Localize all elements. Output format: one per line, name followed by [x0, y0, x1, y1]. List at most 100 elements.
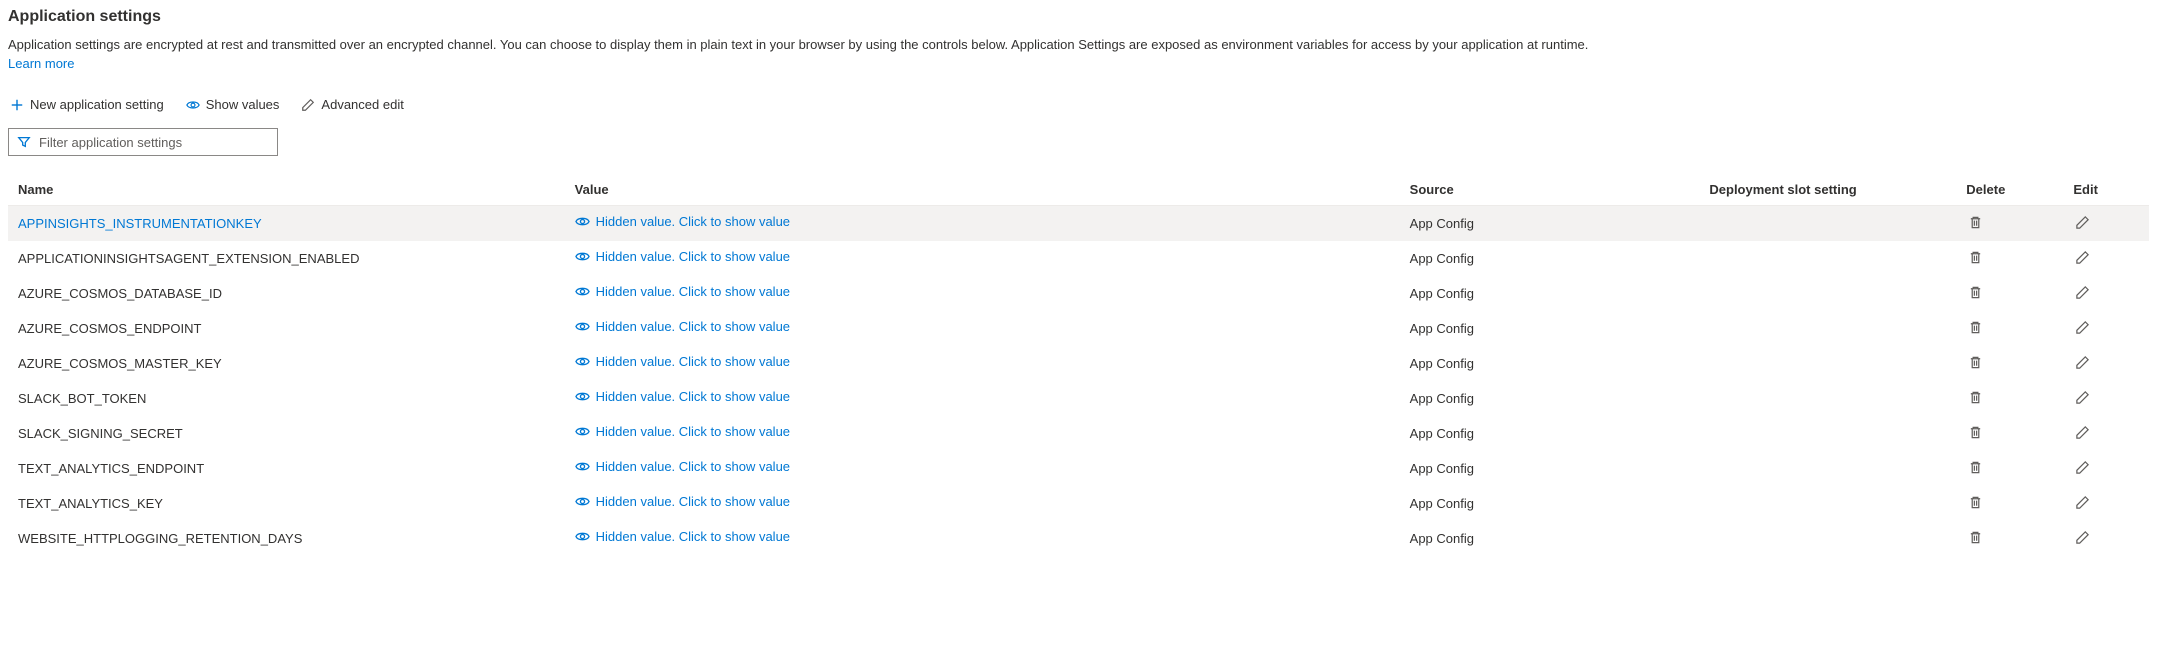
- pencil-icon: [2075, 425, 2090, 440]
- edit-button[interactable]: [2073, 248, 2092, 267]
- setting-name-link[interactable]: SLACK_BOT_TOKEN: [18, 391, 146, 406]
- setting-slot: [1699, 451, 1956, 486]
- header-name[interactable]: Name: [8, 174, 565, 206]
- eye-icon: [575, 354, 590, 369]
- delete-button[interactable]: [1966, 388, 1985, 407]
- advanced-edit-button[interactable]: Advanced edit: [299, 93, 405, 116]
- setting-slot: [1699, 241, 1956, 276]
- eye-icon: [186, 98, 200, 112]
- hidden-value-text: Hidden value. Click to show value: [596, 424, 790, 439]
- pencil-icon: [2075, 460, 2090, 475]
- delete-button[interactable]: [1966, 213, 1985, 232]
- setting-source: App Config: [1400, 346, 1700, 381]
- setting-name-link[interactable]: AZURE_COSMOS_ENDPOINT: [18, 321, 201, 336]
- setting-slot: [1699, 276, 1956, 311]
- hidden-value-link[interactable]: Hidden value. Click to show value: [575, 459, 790, 474]
- hidden-value-link[interactable]: Hidden value. Click to show value: [575, 494, 790, 509]
- delete-button[interactable]: [1966, 283, 1985, 302]
- hidden-value-text: Hidden value. Click to show value: [596, 249, 790, 264]
- eye-icon: [575, 424, 590, 439]
- delete-button[interactable]: [1966, 423, 1985, 442]
- setting-source: App Config: [1400, 311, 1700, 346]
- pencil-icon: [301, 98, 315, 112]
- pencil-icon: [2075, 530, 2090, 545]
- trash-icon: [1968, 460, 1983, 475]
- setting-name-link[interactable]: TEXT_ANALYTICS_ENDPOINT: [18, 461, 204, 476]
- header-slot[interactable]: Deployment slot setting: [1699, 174, 1956, 206]
- learn-more-link[interactable]: Learn more: [8, 56, 74, 71]
- delete-button[interactable]: [1966, 353, 1985, 372]
- setting-source: App Config: [1400, 416, 1700, 451]
- table-row: AZURE_COSMOS_ENDPOINT Hidden value. Click…: [8, 311, 2149, 346]
- filter-icon: [17, 135, 31, 149]
- settings-table: Name Value Source Deployment slot settin…: [8, 174, 2149, 556]
- hidden-value-link[interactable]: Hidden value. Click to show value: [575, 389, 790, 404]
- delete-button[interactable]: [1966, 528, 1985, 547]
- setting-slot: [1699, 486, 1956, 521]
- hidden-value-link[interactable]: Hidden value. Click to show value: [575, 424, 790, 439]
- delete-button[interactable]: [1966, 248, 1985, 267]
- table-header-row: Name Value Source Deployment slot settin…: [8, 174, 2149, 206]
- hidden-value-text: Hidden value. Click to show value: [596, 319, 790, 334]
- hidden-value-link[interactable]: Hidden value. Click to show value: [575, 529, 790, 544]
- edit-button[interactable]: [2073, 283, 2092, 302]
- section-title: Application settings: [8, 8, 2149, 26]
- delete-button[interactable]: [1966, 458, 1985, 477]
- setting-name-link[interactable]: AZURE_COSMOS_MASTER_KEY: [18, 356, 222, 371]
- filter-input[interactable]: [39, 135, 269, 150]
- trash-icon: [1968, 215, 1983, 230]
- hidden-value-link[interactable]: Hidden value. Click to show value: [575, 249, 790, 264]
- show-values-button[interactable]: Show values: [184, 93, 282, 116]
- new-setting-label: New application setting: [30, 97, 164, 112]
- eye-icon: [575, 319, 590, 334]
- pencil-icon: [2075, 390, 2090, 405]
- setting-name-link[interactable]: AZURE_COSMOS_DATABASE_ID: [18, 286, 222, 301]
- hidden-value-link[interactable]: Hidden value. Click to show value: [575, 284, 790, 299]
- table-row: AZURE_COSMOS_MASTER_KEY Hidden value. Cli…: [8, 346, 2149, 381]
- new-application-setting-button[interactable]: New application setting: [8, 93, 166, 116]
- delete-button[interactable]: [1966, 318, 1985, 337]
- edit-button[interactable]: [2073, 213, 2092, 232]
- setting-name-link[interactable]: WEBSITE_HTTPLOGGING_RETENTION_DAYS: [18, 531, 302, 546]
- delete-button[interactable]: [1966, 493, 1985, 512]
- header-value[interactable]: Value: [565, 174, 1400, 206]
- hidden-value-text: Hidden value. Click to show value: [596, 214, 790, 229]
- pencil-icon: [2075, 250, 2090, 265]
- hidden-value-text: Hidden value. Click to show value: [596, 389, 790, 404]
- hidden-value-text: Hidden value. Click to show value: [596, 284, 790, 299]
- hidden-value-link[interactable]: Hidden value. Click to show value: [575, 354, 790, 369]
- section-description: Application settings are encrypted at re…: [8, 36, 2149, 54]
- setting-name-link[interactable]: APPLICATIONINSIGHTSAGENT_EXTENSION_ENABL…: [18, 251, 359, 266]
- edit-button[interactable]: [2073, 353, 2092, 372]
- setting-source: App Config: [1400, 381, 1700, 416]
- pencil-icon: [2075, 285, 2090, 300]
- header-source[interactable]: Source: [1400, 174, 1700, 206]
- setting-name-link[interactable]: TEXT_ANALYTICS_KEY: [18, 496, 163, 511]
- edit-button[interactable]: [2073, 423, 2092, 442]
- edit-button[interactable]: [2073, 493, 2092, 512]
- eye-icon: [575, 214, 590, 229]
- trash-icon: [1968, 530, 1983, 545]
- hidden-value-link[interactable]: Hidden value. Click to show value: [575, 214, 790, 229]
- hidden-value-link[interactable]: Hidden value. Click to show value: [575, 319, 790, 334]
- pencil-icon: [2075, 320, 2090, 335]
- trash-icon: [1968, 495, 1983, 510]
- edit-button[interactable]: [2073, 388, 2092, 407]
- setting-slot: [1699, 206, 1956, 241]
- edit-button[interactable]: [2073, 528, 2092, 547]
- trash-icon: [1968, 355, 1983, 370]
- eye-icon: [575, 494, 590, 509]
- table-row: WEBSITE_HTTPLOGGING_RETENTION_DAYS Hidden…: [8, 521, 2149, 556]
- filter-box[interactable]: [8, 128, 278, 156]
- setting-name-link[interactable]: APPINSIGHTS_INSTRUMENTATIONKEY: [18, 216, 262, 231]
- eye-icon: [575, 389, 590, 404]
- hidden-value-text: Hidden value. Click to show value: [596, 494, 790, 509]
- edit-button[interactable]: [2073, 318, 2092, 337]
- edit-button[interactable]: [2073, 458, 2092, 477]
- setting-name-link[interactable]: SLACK_SIGNING_SECRET: [18, 426, 183, 441]
- header-delete: Delete: [1956, 174, 2063, 206]
- setting-slot: [1699, 346, 1956, 381]
- setting-source: App Config: [1400, 521, 1700, 556]
- table-row: AZURE_COSMOS_DATABASE_ID Hidden value. Cl…: [8, 276, 2149, 311]
- setting-slot: [1699, 311, 1956, 346]
